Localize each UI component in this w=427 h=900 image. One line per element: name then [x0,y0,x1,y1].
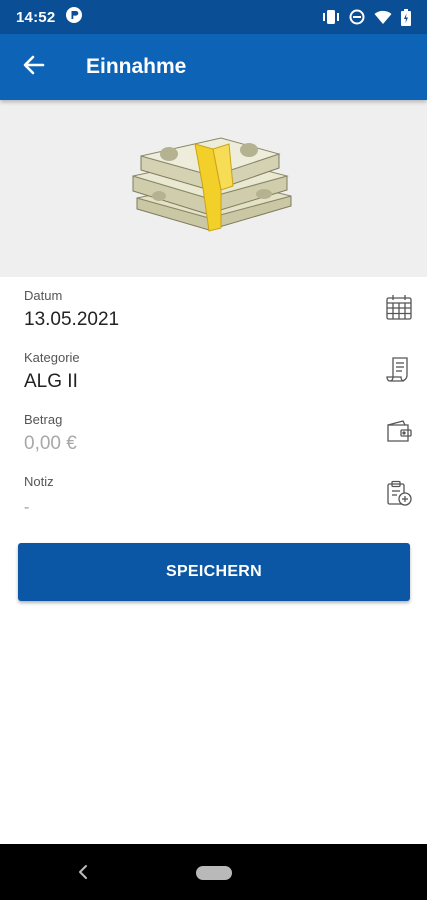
note-field[interactable]: Notiz - [0,463,427,525]
nav-back-icon[interactable] [72,860,94,884]
home-pill-icon[interactable] [196,866,232,880]
amount-input[interactable]: 0,00 € [24,433,77,455]
date-label: Datum [24,288,63,303]
date-field[interactable]: Datum 13.05.2021 [0,277,427,339]
clipboard-add-icon[interactable] [385,479,413,507]
income-form: Datum 13.05.2021 Kategorie ALG II Betrag… [0,277,427,525]
amount-field[interactable]: Betrag 0,00 € [0,401,427,463]
category-label: Kategorie [24,350,80,365]
status-bar-left: 14:52 [16,6,83,29]
calendar-icon[interactable] [385,293,413,321]
app-bar: Einnahme [0,34,427,100]
do-not-disturb-icon [349,9,365,25]
battery-icon [401,8,411,26]
date-value[interactable]: 13.05.2021 [24,309,119,331]
status-bar-right [322,8,411,26]
note-label: Notiz [24,474,54,489]
status-bar: 14:52 [0,0,427,34]
status-time: 14:52 [16,8,56,26]
arrow-left-icon [23,55,45,80]
save-button[interactable]: SPEICHERN [18,543,410,601]
vibrate-icon [322,9,340,25]
wifi-icon [374,10,392,25]
hero-banner [0,100,427,277]
note-value[interactable]: - [24,499,29,517]
page-title: Einnahme [86,55,187,78]
amount-label: Betrag [24,412,63,427]
category-value[interactable]: ALG II [24,371,78,393]
back-button[interactable] [12,45,56,89]
receipt-icon[interactable] [385,355,413,383]
wallet-icon[interactable] [385,417,413,445]
category-field[interactable]: Kategorie ALG II [0,339,427,401]
system-nav-bar [0,844,427,900]
money-stack-icon [129,136,299,241]
app-notification-icon [65,6,83,29]
